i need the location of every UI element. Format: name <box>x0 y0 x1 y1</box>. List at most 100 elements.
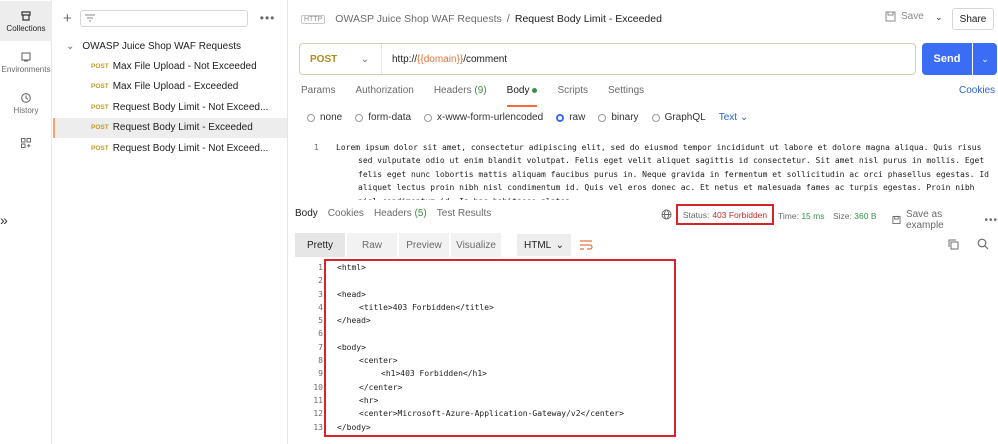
line-number: 2 <box>318 276 323 286</box>
status-badge: Status: 403 Forbidden <box>676 204 774 225</box>
tab-settings[interactable]: Settings <box>608 85 644 103</box>
size-value: 360 B <box>854 211 877 221</box>
sidebar-search-input[interactable] <box>79 9 248 27</box>
save-dropdown-chevron-icon[interactable]: ⌄ <box>935 12 943 23</box>
save-button[interactable]: Save <box>885 11 924 22</box>
sidebar-request-item[interactable]: POST Max File Upload - Exceeded <box>53 77 287 98</box>
status-value: 403 Forbidden <box>712 209 768 220</box>
wrap-lines-icon[interactable] <box>579 239 593 251</box>
save-icon <box>885 11 896 22</box>
nav-environments-label: Environments <box>1 64 51 74</box>
code-text: <title>403 Forbidden</title> <box>359 302 494 312</box>
tab-response-headers[interactable]: Headers (5) <box>374 208 427 219</box>
raw-format-select[interactable]: Text ⌄ <box>719 112 749 123</box>
more-options-icon[interactable]: ••• <box>984 215 998 226</box>
nav-environments[interactable]: Environments <box>0 42 52 82</box>
line-number: 4 <box>318 302 323 312</box>
tab-authorization[interactable]: Authorization <box>355 85 413 103</box>
tab-params[interactable]: Params <box>301 85 335 103</box>
code-line: 7 <body> <box>299 341 679 354</box>
collection-sidebar: + ••• ⌄ OWASP Juice Shop WAF Requests PO… <box>53 0 288 444</box>
tab-response-body[interactable]: Body <box>295 208 318 219</box>
method-tag: POST <box>91 62 109 70</box>
expand-sidebar-icon[interactable]: » <box>0 212 8 228</box>
code-line: 4 <title>403 Forbidden</title> <box>299 301 679 314</box>
chevron-down-icon: ⌄ <box>360 54 369 65</box>
headers-count: (9) <box>474 85 487 96</box>
radio-graphql[interactable]: GraphQL <box>651 112 706 123</box>
radio-circle <box>556 113 565 122</box>
code-line: 1 <html> <box>299 261 679 274</box>
copy-icon[interactable] <box>948 239 959 250</box>
code-text: <html> <box>337 263 366 272</box>
code-text: <hr> <box>359 395 379 405</box>
code-text: </body> <box>337 422 371 432</box>
line-number: 9 <box>318 369 323 379</box>
time-label: Time: <box>778 211 799 221</box>
view-pretty[interactable]: Pretty <box>295 233 345 257</box>
collections-icon <box>21 10 31 21</box>
sidebar-request-item[interactable]: POST Request Body Limit - Not Exceed... <box>53 138 287 159</box>
send-button[interactable]: Send <box>922 43 972 75</box>
sidebar-request-item[interactable]: POST Max File Upload - Not Exceeded <box>53 56 287 77</box>
format-value: HTML <box>524 239 552 251</box>
url-input[interactable]: http://{{domain}}/comment <box>382 54 507 65</box>
environments-icon <box>21 51 31 62</box>
nav-collections[interactable]: Collections <box>0 1 52 41</box>
tab-response-cookies[interactable]: Cookies <box>328 208 364 219</box>
radio-form-data[interactable]: form-data <box>355 112 411 123</box>
search-icon[interactable] <box>977 238 989 250</box>
request-title[interactable]: Request Body Limit - Exceeded <box>515 13 662 25</box>
request-body-editor[interactable]: 1 Lorem ipsum dolor sit amet, consectetu… <box>299 141 998 200</box>
more-options-icon[interactable]: ••• <box>260 11 276 25</box>
request-label: Max File Upload - Not Exceeded <box>112 60 257 72</box>
collection-root[interactable]: ⌄ OWASP Juice Shop WAF Requests <box>53 36 287 56</box>
send-dropdown-chevron-icon[interactable]: ⌄ <box>973 43 997 75</box>
view-visualize[interactable]: Visualize <box>451 233 501 257</box>
save-as-example-button[interactable]: Save as example ••• <box>892 209 998 231</box>
response-size: Size: 360 B <box>833 211 877 221</box>
url-variable: {{domain}} <box>417 53 464 65</box>
status-label: Status: <box>682 209 710 220</box>
tab-test-results[interactable]: Test Results <box>437 208 491 219</box>
body-type-radios: none form-data x-www-form-urlencoded raw… <box>307 112 748 123</box>
radio-urlencoded[interactable]: x-www-form-urlencoded <box>424 112 543 123</box>
chevron-down-icon: ⌄ <box>66 40 75 52</box>
nav-more[interactable] <box>0 124 52 164</box>
tab-body[interactable]: Body <box>506 85 538 107</box>
request-label: Request Body Limit - Not Exceed... <box>112 101 269 113</box>
method-select[interactable]: POST ⌄ <box>300 44 382 74</box>
url-suffix: /comment <box>463 53 508 65</box>
view-raw[interactable]: Raw <box>347 233 397 257</box>
share-button[interactable]: Share <box>952 8 994 30</box>
radio-circle <box>651 113 660 122</box>
format-select[interactable]: HTML ⌄ <box>517 234 571 256</box>
request-tabs: Params Authorization Headers (9) Body Sc… <box>301 85 664 107</box>
chevron-down-icon: ⌄ <box>555 239 564 251</box>
sidebar-request-item[interactable]: POST Request Body Limit - Not Exceed... <box>53 97 287 118</box>
tab-headers[interactable]: Headers (9) <box>434 85 487 103</box>
globe-icon[interactable] <box>661 209 672 220</box>
tab-scripts[interactable]: Scripts <box>557 85 588 103</box>
save-as-example-label: Save as example <box>905 209 944 231</box>
code-line: 9 <h1>403 Forbidden</h1> <box>299 367 679 380</box>
radio-none[interactable]: none <box>307 112 342 123</box>
method-tag: POST <box>91 103 109 111</box>
radio-raw[interactable]: raw <box>556 112 585 123</box>
radio-label: x-www-form-urlencoded <box>437 112 544 123</box>
breadcrumb-parent[interactable]: OWASP Juice Shop WAF Requests <box>335 13 502 25</box>
tab-response-headers-label: Headers <box>373 208 412 219</box>
method-tag: POST <box>91 124 109 132</box>
nav-history[interactable]: History <box>0 83 52 123</box>
add-icon[interactable]: + <box>63 10 72 27</box>
view-preview[interactable]: Preview <box>399 233 449 257</box>
code-line: 12 <center>Microsoft-Azure-Application-Ga… <box>299 407 679 420</box>
nav-collections-label: Collections <box>6 23 46 33</box>
code-line: 6 <box>299 327 679 340</box>
response-body-viewer[interactable]: 1 <html> 2 3 <head> 4 <title>403 Forbidden</ti… <box>299 261 679 437</box>
code-text: </head> <box>337 316 371 326</box>
sidebar-request-item-active[interactable]: POST Request Body Limit - Exceeded <box>53 117 287 138</box>
radio-binary[interactable]: binary <box>598 112 639 123</box>
line-number: 11 <box>313 395 323 405</box>
cookies-link[interactable]: Cookies <box>959 85 995 96</box>
